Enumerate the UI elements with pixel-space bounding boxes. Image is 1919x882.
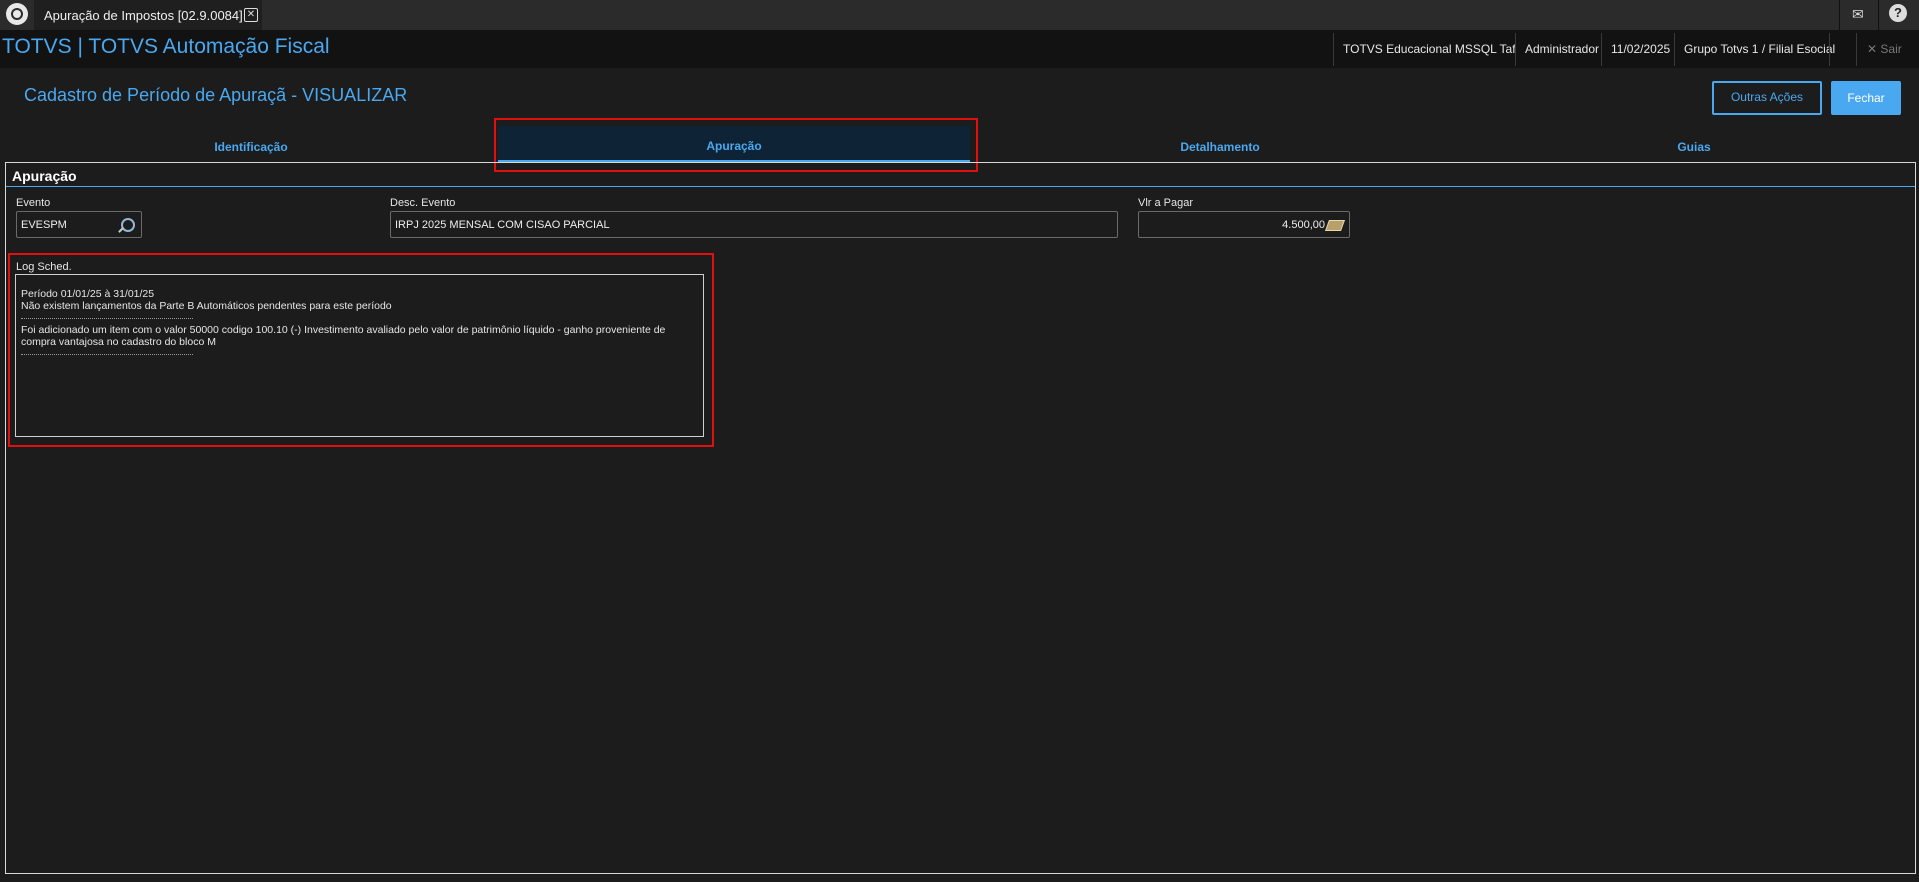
close-icon[interactable]: ✕: [244, 8, 258, 22]
divider: [1839, 0, 1840, 30]
tab-identificacao[interactable]: Identificação: [214, 140, 287, 154]
money-icon: [1324, 220, 1346, 231]
annotation-highlight-box: [8, 253, 714, 447]
vlr-pagar-value: 4.500,00: [1282, 219, 1325, 231]
divider: [1829, 33, 1830, 66]
tab-detalhamento[interactable]: Detalhamento: [1180, 140, 1259, 154]
user-label: Administrador: [1515, 33, 1608, 66]
other-actions-button[interactable]: Outras Ações: [1712, 81, 1822, 115]
window-tab-bar: Apuração de Impostos [02.9.0084] ✕ ✉ ?: [0, 0, 1919, 31]
divider: [1878, 0, 1879, 30]
panel-title: Apuração: [12, 168, 77, 184]
app-title: TOTVS | TOTVS Automação Fiscal: [2, 35, 330, 58]
app-header: TOTVS | TOTVS Automação Fiscal TOTVS Edu…: [0, 31, 1919, 68]
help-icon[interactable]: ?: [1889, 4, 1907, 22]
vlr-pagar-field[interactable]: 4.500,00: [1138, 211, 1350, 238]
search-icon[interactable]: [121, 218, 135, 232]
window-tab[interactable]: Apuração de Impostos [02.9.0084] ✕: [34, 0, 262, 30]
close-button[interactable]: Fechar: [1831, 81, 1901, 115]
page-title: Cadastro de Período de Apuraçã - VISUALI…: [24, 85, 408, 105]
window-tab-title: Apuração de Impostos [02.9.0084]: [44, 8, 243, 23]
evento-value: EVESPM: [21, 219, 67, 231]
totvs-logo-icon[interactable]: [6, 3, 28, 25]
evento-field[interactable]: EVESPM: [16, 211, 142, 238]
desc-evento-label: Desc. Evento: [390, 197, 456, 209]
date-label: 11/02/2025: [1601, 33, 1679, 66]
exit-label: Sair: [1880, 42, 1902, 56]
divider: [6, 186, 1915, 187]
desc-evento-field[interactable]: IRPJ 2025 MENSAL COM CISAO PARCIAL: [390, 211, 1118, 238]
exit-button[interactable]: ✕ Sair: [1856, 33, 1919, 66]
mail-icon[interactable]: ✉: [1852, 6, 1868, 22]
branch-label: Grupo Totvs 1 / Filial Esocial: [1674, 33, 1844, 66]
evento-label: Evento: [16, 197, 51, 209]
vlr-pagar-label: Vlr a Pagar: [1138, 197, 1194, 209]
environment-label: TOTVS Educacional MSSQL Taf: [1333, 33, 1525, 66]
close-icon: ✕: [1867, 42, 1878, 56]
desc-evento-value: IRPJ 2025 MENSAL COM CISAO PARCIAL: [395, 219, 610, 231]
tab-guias[interactable]: Guias: [1677, 140, 1710, 154]
